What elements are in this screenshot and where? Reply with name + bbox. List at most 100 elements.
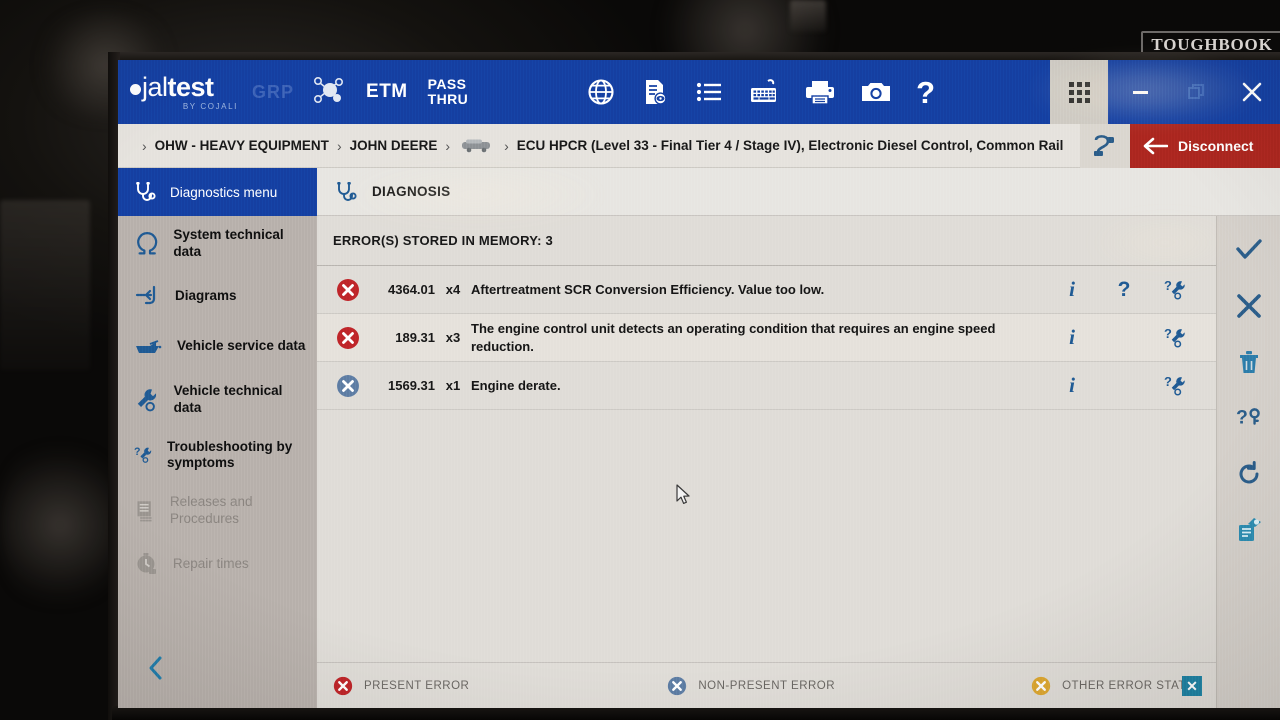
error-description: Aftertreatment SCR Conversion Efficiency… (471, 281, 825, 297)
diagnosis-title: DIAGNOSIS (372, 184, 451, 199)
breadcrumb: › OHW - HEAVY EQUIPMENT › JOHN DEERE › ›… (118, 124, 1280, 168)
sidebar-item-label: Releases and Procedures (169, 494, 253, 527)
pass-label: PASS (427, 75, 467, 92)
sidebar-item-label: Diagrams (175, 288, 237, 304)
close-icon[interactable] (1224, 60, 1280, 124)
print-report-icon[interactable] (1227, 514, 1271, 546)
restore-icon[interactable] (1168, 60, 1224, 124)
stopwatch-icon (137, 553, 156, 574)
error-status-non-present-icon (331, 374, 365, 398)
laptop-bezel-bottom (112, 706, 1280, 720)
sidebar-collapse-chevron-left-icon[interactable] (146, 655, 166, 686)
wrench-icon (137, 388, 157, 412)
sidebar-header-label: Diagnostics menu (170, 184, 278, 200)
logo-dot-icon (130, 84, 141, 95)
help-key-icon[interactable]: ? (1227, 402, 1271, 434)
window-controls (1112, 60, 1280, 124)
svg-text:?: ? (1164, 326, 1172, 341)
pass-thru-button[interactable]: PASS THRU (427, 75, 469, 108)
background-object (790, 0, 826, 32)
sidebar-item-system-technical-data[interactable]: System technical data (118, 216, 317, 272)
sidebar-item-vehicle-service-data[interactable]: Vehicle service data (118, 322, 317, 372)
sidebar-item-label: Vehicle technical data (173, 382, 283, 415)
troubleshoot-icon[interactable]: ? (1150, 374, 1202, 398)
non-present-error-icon (668, 676, 687, 695)
jaltest-logo: jaltest BY COJALI (130, 71, 238, 111)
legend-label: PRESENT ERROR (364, 679, 470, 692)
document-search-icon[interactable] (640, 77, 670, 107)
breadcrumb-item-ecu[interactable]: ECU HPCR (Level 33 - Final Tier 4 / Stag… (517, 138, 1064, 153)
disconnect-label: Disconnect (1178, 138, 1254, 154)
diagnosis-panel: ERROR(S) STORED IN MEMORY: 3 4364.01 x4 … (317, 216, 1280, 708)
troubleshoot-icon[interactable]: ? (1150, 278, 1202, 302)
vehicle-icon[interactable] (460, 137, 494, 155)
table-row[interactable]: 4364.01 x4 Aftertreatment SCR Conversion… (317, 266, 1216, 314)
svg-text:?: ? (1164, 278, 1172, 293)
diagnosis-header: DIAGNOSIS (317, 168, 1280, 216)
globe-icon[interactable] (586, 77, 616, 107)
table-row[interactable]: 1569.31 x1 Engine derate. i ? (317, 362, 1216, 411)
application-toolbar: jaltest BY COJALI GRP ETM PASS THRU ? (118, 60, 1280, 124)
legend-close-button[interactable]: ✕ (1182, 675, 1202, 696)
stethoscope-icon (136, 182, 156, 201)
arrow-left-icon (1143, 137, 1168, 155)
sidebar-item-troubleshooting-by-symptoms[interactable]: ? Troubleshooting by symptoms (118, 428, 317, 484)
camera-icon[interactable] (860, 77, 892, 107)
help-icon[interactable]: ? (1098, 278, 1150, 302)
other-error-states-icon (1031, 676, 1051, 695)
info-icon[interactable]: i (1046, 373, 1098, 398)
minimize-icon[interactable] (1112, 60, 1168, 124)
delete-trash-icon[interactable] (1227, 346, 1271, 378)
breadcrumb-item-ohw[interactable]: OHW - HEAVY EQUIPMENT (155, 138, 329, 153)
refresh-icon[interactable] (1227, 458, 1271, 490)
confirm-check-icon[interactable] (1227, 234, 1271, 266)
sidebar-item-diagrams[interactable]: Diagrams (118, 272, 317, 322)
error-code: 4364.01 (388, 282, 435, 297)
legend-label: NON-PRESENT ERROR (698, 679, 836, 692)
sidebar-item-releases-and-procedures: Releases and Procedures (118, 483, 317, 539)
keyboard-icon[interactable] (748, 77, 780, 107)
troubleshoot-icon[interactable]: ? (1150, 326, 1202, 350)
sidebar-item-label: Troubleshooting by symptoms (166, 438, 293, 471)
oil-can-icon (136, 339, 162, 353)
sidebar-item-repair-times: Repair times (118, 539, 317, 589)
svg-text:?: ? (134, 446, 141, 458)
network-nodes-icon[interactable] (310, 73, 344, 112)
legend-item-other-error-states: OTHER ERROR STATES (1031, 676, 1202, 696)
breadcrumb-item-manufacturer[interactable]: JOHN DEERE (350, 138, 438, 153)
help-icon[interactable]: ? (916, 77, 935, 108)
logo-text-bold: test (167, 71, 215, 102)
legend-close-glyph: ✕ (1186, 677, 1198, 694)
sidebar-header-diagnostics-menu[interactable]: Diagnostics menu (118, 168, 317, 216)
etm-button[interactable]: ETM (366, 81, 408, 103)
table-row[interactable]: 189.31 x3 The engine control unit detect… (317, 314, 1216, 363)
breadcrumb-chevron-icon: › (142, 137, 147, 154)
application-body: Diagnostics menu System technical data D… (118, 168, 1280, 708)
grp-label[interactable]: GRP (252, 82, 294, 103)
error-status-present-icon (331, 278, 365, 302)
list-icon[interactable] (694, 77, 724, 107)
row-actions: i ? ? (1046, 277, 1206, 302)
diagram-icon (135, 285, 156, 304)
info-icon[interactable]: i (1046, 277, 1098, 302)
sidebar-item-label: Repair times (173, 555, 249, 571)
vci-cable-icon[interactable] (1080, 124, 1130, 168)
apps-grid-icon[interactable] (1050, 60, 1108, 124)
breadcrumb-chevron-icon: › (445, 137, 451, 154)
sidebar: Diagnostics menu System technical data D… (118, 168, 317, 708)
error-description: The engine control unit detects an opera… (471, 321, 996, 354)
printer-icon[interactable] (804, 77, 836, 107)
sidebar-item-label: System technical data (173, 227, 284, 259)
svg-text:?: ? (1236, 407, 1248, 429)
errors-container: ERROR(S) STORED IN MEMORY: 3 4364.01 x4 … (317, 216, 1216, 708)
disconnect-button[interactable]: Disconnect (1130, 124, 1280, 168)
info-icon[interactable]: i (1046, 325, 1098, 350)
thru-label: THRU (427, 91, 469, 107)
error-status-present-icon (331, 326, 365, 350)
cancel-x-icon[interactable] (1227, 290, 1271, 322)
present-error-icon (333, 676, 353, 695)
legend-item-present-error: PRESENT ERROR (333, 676, 469, 696)
background-blur-object (0, 430, 120, 620)
sidebar-item-vehicle-technical-data[interactable]: Vehicle technical data (118, 372, 317, 428)
right-toolbar: ? (1216, 216, 1280, 708)
